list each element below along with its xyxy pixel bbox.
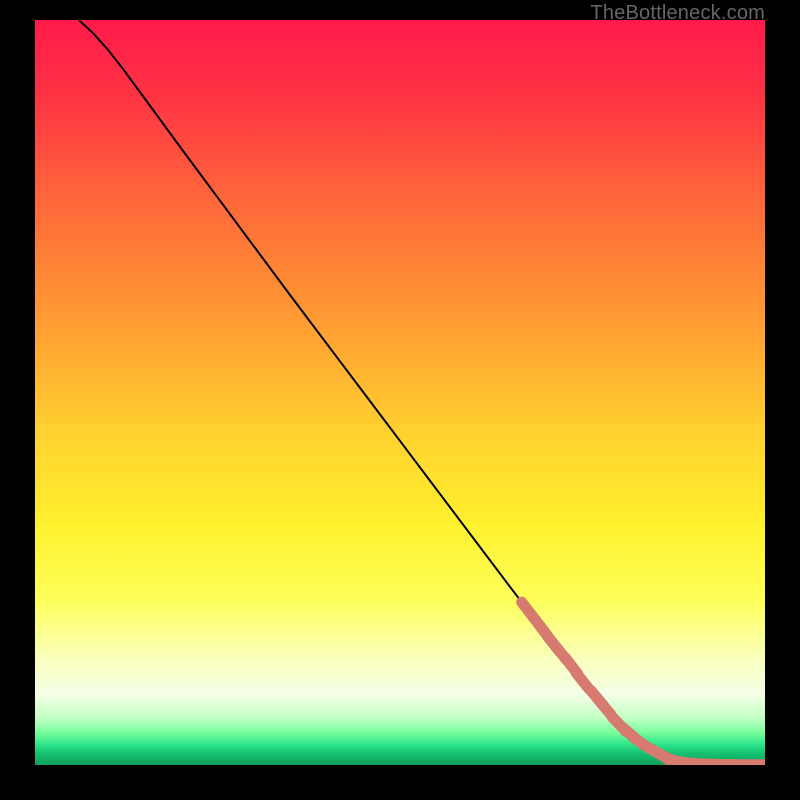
bottleneck-chart (35, 20, 765, 765)
chart-stage: TheBottleneck.com (0, 0, 800, 800)
gradient-background (35, 20, 765, 765)
